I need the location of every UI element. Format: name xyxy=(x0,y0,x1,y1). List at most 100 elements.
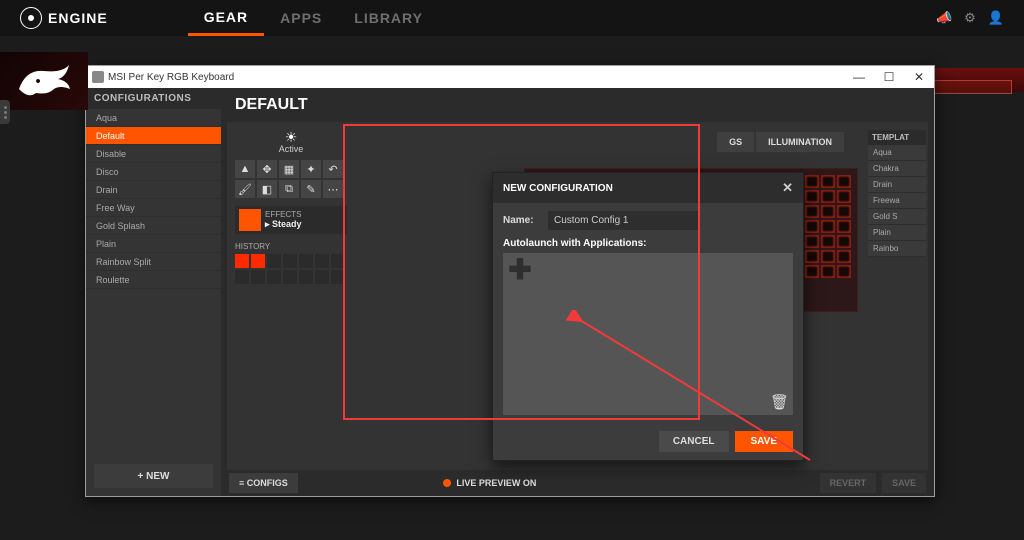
cancel-button[interactable]: CANCEL xyxy=(659,431,729,452)
key[interactable] xyxy=(821,220,835,233)
tool-dropper-icon[interactable]: ✎ xyxy=(301,180,321,198)
sidebar-item[interactable]: Roulette xyxy=(86,271,221,289)
sidebar-item[interactable]: Disable xyxy=(86,145,221,163)
tool-move-icon[interactable]: ✥ xyxy=(257,160,277,178)
tool-extra-icon[interactable]: ⋯ xyxy=(323,180,343,198)
sidebar-item[interactable]: Plain xyxy=(86,235,221,253)
key[interactable] xyxy=(821,190,835,203)
save-button[interactable]: SAVE xyxy=(735,431,794,452)
key[interactable] xyxy=(837,190,851,203)
sidebar-item[interactable]: Default xyxy=(86,127,221,145)
modal-close-icon[interactable]: ✕ xyxy=(782,180,793,196)
history-swatch[interactable] xyxy=(315,270,329,284)
key[interactable] xyxy=(837,220,851,233)
tool-pointer-icon[interactable]: ▲ xyxy=(235,160,255,178)
sidebar-item[interactable]: Disco xyxy=(86,163,221,181)
side-grip[interactable] xyxy=(0,100,10,124)
history-grid xyxy=(235,254,347,284)
nav-gear[interactable]: GEAR xyxy=(188,0,264,36)
key[interactable] xyxy=(805,205,819,218)
config-sidebar: CONFIGURATIONS AquaDefaultDisableDiscoDr… xyxy=(86,88,221,496)
name-input[interactable] xyxy=(548,211,700,230)
tool-wand-icon[interactable]: ✦ xyxy=(301,160,321,178)
configs-button[interactable]: ≡ CONFIGS xyxy=(229,473,298,493)
tool-bucket-icon[interactable]: ⧉ xyxy=(279,180,299,198)
key[interactable] xyxy=(821,205,835,218)
key[interactable] xyxy=(837,250,851,263)
sidebar-item[interactable]: Rainbow Split xyxy=(86,253,221,271)
active-indicator: ☀ Active xyxy=(235,130,347,154)
sidebar-item[interactable]: Gold Splash xyxy=(86,217,221,235)
template-item[interactable]: Aqua xyxy=(868,145,926,161)
effect-color-swatch[interactable] xyxy=(239,209,261,231)
save-config-button[interactable]: SAVE xyxy=(882,473,926,493)
template-item[interactable]: Plain xyxy=(868,225,926,241)
key[interactable] xyxy=(837,175,851,188)
key[interactable] xyxy=(805,235,819,248)
main-area: DEFAULT ☀ Active ▲ ✥ ▦ ✦ ↶ 🖌 ◧ xyxy=(221,88,934,496)
template-item[interactable]: Rainbo xyxy=(868,241,926,257)
history-swatch[interactable] xyxy=(283,270,297,284)
live-preview[interactable]: LIVE PREVIEW ON xyxy=(443,478,536,488)
template-item[interactable]: Gold S xyxy=(868,209,926,225)
revert-button[interactable]: REVERT xyxy=(820,473,877,493)
trash-icon[interactable]: 🗑 xyxy=(770,393,789,411)
key[interactable] xyxy=(805,265,819,278)
live-preview-label: LIVE PREVIEW ON xyxy=(456,478,536,488)
app-topbar: ENGINE GEAR APPS LIBRARY 📣 ⚙ 👤 xyxy=(0,0,1024,36)
banner-box xyxy=(928,80,1012,94)
key[interactable] xyxy=(805,220,819,233)
window-close[interactable]: ✕ xyxy=(904,66,934,88)
history-swatch[interactable] xyxy=(267,254,281,268)
live-dot-icon xyxy=(443,479,451,487)
key[interactable] xyxy=(821,250,835,263)
announce-icon[interactable]: 📣 xyxy=(936,10,952,26)
config-header: CONFIGURATIONS xyxy=(86,88,221,109)
autolaunch-box: ✚ 🗑 xyxy=(503,253,793,415)
key[interactable] xyxy=(837,205,851,218)
tab-illumination[interactable]: ILLUMINATION xyxy=(756,132,844,152)
templates-header: TEMPLAT xyxy=(868,130,926,145)
add-application-icon[interactable]: ✚ xyxy=(509,259,531,281)
template-item[interactable]: Freewa xyxy=(868,193,926,209)
history-swatch[interactable] xyxy=(299,254,313,268)
history-swatch[interactable] xyxy=(331,270,345,284)
new-config-button[interactable]: + NEW xyxy=(94,464,213,488)
tool-eraser-icon[interactable]: ◧ xyxy=(257,180,277,198)
history-swatch[interactable] xyxy=(283,254,297,268)
sidebar-item[interactable]: Aqua xyxy=(86,109,221,127)
nav-library[interactable]: LIBRARY xyxy=(338,0,439,36)
history-swatch[interactable] xyxy=(267,270,281,284)
window-maximize[interactable]: ☐ xyxy=(874,66,904,88)
key[interactable] xyxy=(805,250,819,263)
key[interactable] xyxy=(821,175,835,188)
nav-apps[interactable]: APPS xyxy=(264,0,338,36)
key[interactable] xyxy=(805,175,819,188)
tool-undo-icon[interactable]: ↶ xyxy=(323,160,343,178)
sidebar-item[interactable]: Drain xyxy=(86,181,221,199)
key[interactable] xyxy=(821,265,835,278)
tab-gs[interactable]: GS xyxy=(717,132,754,152)
history-swatch[interactable] xyxy=(251,270,265,284)
window-title: MSI Per Key RGB Keyboard xyxy=(108,72,234,83)
sidebar-item[interactable]: Free Way xyxy=(86,199,221,217)
tool-brush-icon[interactable]: 🖌 xyxy=(235,180,255,198)
gear-icon[interactable]: ⚙ xyxy=(964,10,976,26)
key[interactable] xyxy=(837,265,851,278)
history-swatch[interactable] xyxy=(331,254,345,268)
history-swatch[interactable] xyxy=(251,254,265,268)
profile-icon[interactable]: 👤 xyxy=(988,10,1004,26)
history-swatch[interactable] xyxy=(235,254,249,268)
tool-marquee-icon[interactable]: ▦ xyxy=(279,160,299,178)
history-swatch[interactable] xyxy=(235,270,249,284)
history-swatch[interactable] xyxy=(315,254,329,268)
key[interactable] xyxy=(805,190,819,203)
key[interactable] xyxy=(821,235,835,248)
key[interactable] xyxy=(837,235,851,248)
window-minimize[interactable]: — xyxy=(844,66,874,88)
history-swatch[interactable] xyxy=(299,270,313,284)
template-item[interactable]: Drain xyxy=(868,177,926,193)
effect-name[interactable]: ▸ Steady xyxy=(265,219,302,230)
template-item[interactable]: Chakra xyxy=(868,161,926,177)
autolaunch-label: Autolaunch with Applications: xyxy=(503,238,793,249)
